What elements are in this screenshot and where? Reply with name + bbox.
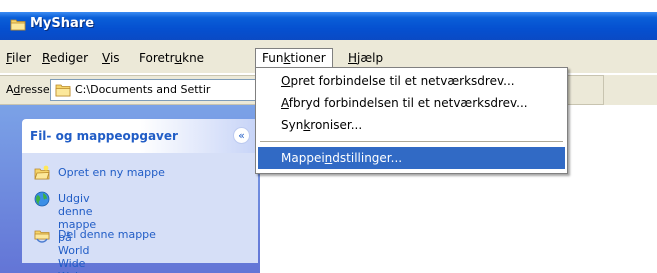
task-label: Del denne mappe [58,228,156,241]
menu-rediger[interactable]: Rediger [36,48,94,68]
funktioner-dropdown-menu: Opret forbindelse til et netværksdrev...… [255,67,568,174]
double-chevron-up-icon[interactable]: « [233,127,250,144]
title-bar-strip [0,12,657,40]
share-folder-icon [34,230,50,243]
address-bar-edge [603,75,657,105]
menu-item-synchronize[interactable]: Synkroniser... [258,114,565,136]
menu-foretrukne[interactable]: Foretrukne [133,48,210,68]
menu-item-disconnect-network-drive[interactable]: Afbryd forbindelsen til et netværksdrev.… [258,92,565,114]
task-panel-header[interactable]: Fil- og mappeopgaver « [22,119,258,153]
task-label: Opret en ny mappe [58,166,165,179]
folder-icon [55,84,71,97]
new-folder-icon [34,165,50,180]
menu-item-map-network-drive[interactable]: Opret forbindelse til et netværksdrev... [258,70,565,92]
address-label: Adresse [6,83,50,96]
globe-icon [34,191,50,207]
menu-funktioner[interactable]: Funktioner [255,48,333,68]
menu-item-folder-options[interactable]: Mappeindstillinger... [258,147,565,169]
window-title: MyShare [30,16,95,31]
menu-vis[interactable]: Vis [96,48,126,68]
task-panel-body: Opret en ny mappe Udgiv denne mappe på W… [22,153,258,273]
menu-hjaelp[interactable]: Hjælp [342,48,389,68]
task-pane: Fil- og mappeopgaver « Opret en ny mappe… [0,105,260,273]
folder-icon [10,19,26,31]
menu-separator [260,141,563,142]
task-panel-title: Fil- og mappeopgaver [30,129,178,143]
menu-filer[interactable]: Filer [0,48,37,68]
title-bar: MyShare [0,0,657,40]
